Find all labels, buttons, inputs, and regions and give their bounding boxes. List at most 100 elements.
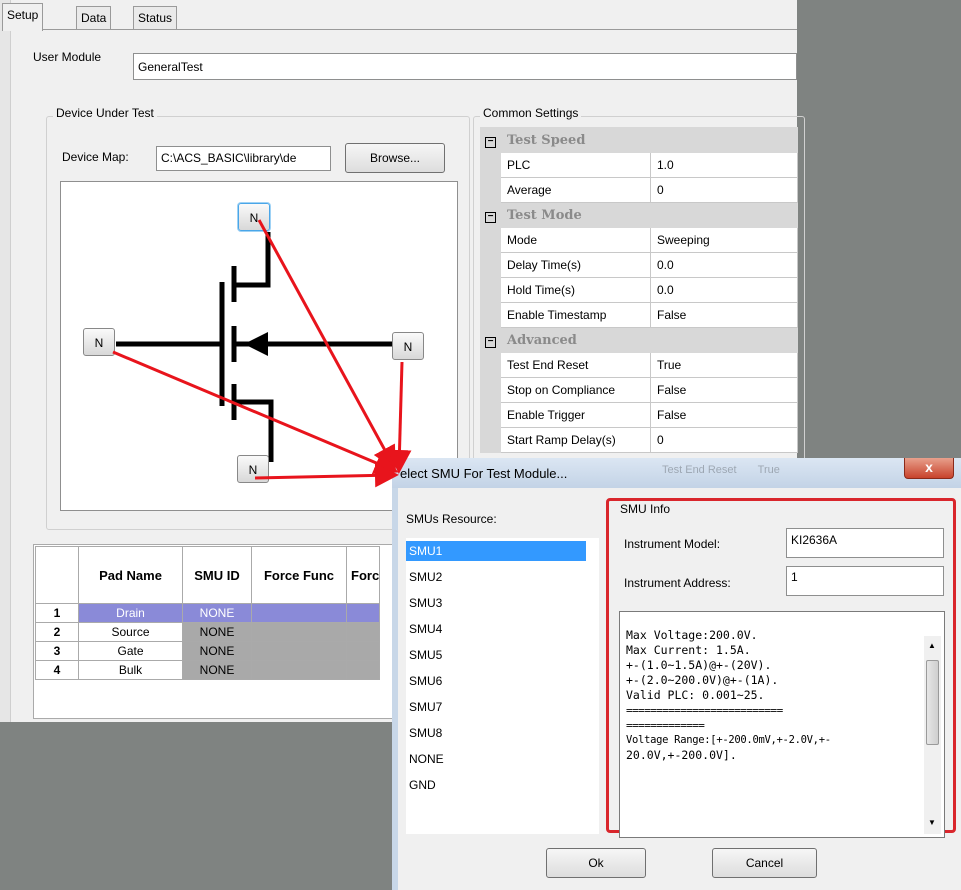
- list-item-smu2[interactable]: SMU2: [406, 567, 442, 587]
- property-row[interactable]: Delay Time(s) 0.0: [480, 252, 798, 278]
- close-icon[interactable]: x: [904, 458, 954, 479]
- list-item-smu4[interactable]: SMU4: [406, 619, 442, 639]
- pad-name-cell[interactable]: Drain: [78, 603, 183, 623]
- property-name: PLC: [500, 152, 651, 178]
- property-row[interactable]: Stop on Compliance False: [480, 377, 798, 403]
- list-item-smu8[interactable]: SMU8: [406, 723, 442, 743]
- cancel-button[interactable]: Cancel: [712, 848, 817, 878]
- info-line: Valid PLC: 0.001~25.: [626, 688, 765, 702]
- table-row[interactable]: 4 Bulk NONE: [35, 660, 380, 680]
- collapse-icon[interactable]: −: [485, 137, 496, 148]
- list-item-smu3[interactable]: SMU3: [406, 593, 442, 613]
- property-name: Average: [500, 177, 651, 203]
- property-row[interactable]: Mode Sweeping: [480, 227, 798, 253]
- smu-id-cell[interactable]: NONE: [182, 603, 252, 623]
- property-grid: − Test Speed PLC 1.0 Average 0 − Test Mode M…: [480, 127, 798, 453]
- pad-table: Pad Name SMU ID Force Func Forc 1 Drain NO…: [35, 546, 380, 680]
- property-value[interactable]: 0: [650, 427, 798, 453]
- scroll-thumb[interactable]: [926, 660, 939, 745]
- instrument-address-field[interactable]: 1: [786, 566, 944, 596]
- property-row[interactable]: Enable Trigger False: [480, 402, 798, 428]
- force-cell[interactable]: [346, 660, 380, 680]
- property-value[interactable]: False: [650, 402, 798, 428]
- list-item-smu1[interactable]: SMU1: [406, 541, 586, 561]
- property-value[interactable]: 0.0: [650, 252, 798, 278]
- pad-name-cell[interactable]: Source: [78, 622, 183, 642]
- scroll-down-icon[interactable]: ▼: [928, 818, 936, 827]
- instrument-address-label: Instrument Address:: [624, 576, 731, 590]
- category-label: Test Mode: [500, 202, 798, 228]
- ok-button[interactable]: Ok: [546, 848, 646, 878]
- node-left[interactable]: N: [83, 328, 115, 356]
- instrument-model-field[interactable]: KI2636A: [786, 528, 944, 558]
- node-top[interactable]: N: [238, 203, 270, 231]
- property-row[interactable]: Hold Time(s) 0.0: [480, 277, 798, 303]
- ghost-row-name: Test End Reset: [662, 464, 737, 476]
- smu-id-cell[interactable]: NONE: [182, 622, 252, 642]
- property-value[interactable]: False: [650, 302, 798, 328]
- column-header[interactable]: SMU ID: [182, 546, 252, 604]
- force-func-cell[interactable]: [251, 622, 347, 642]
- background-ghost-row: Test End Reset True: [662, 464, 802, 482]
- info-line: Max Voltage:200.0V.: [626, 628, 758, 642]
- property-value[interactable]: 0.0: [650, 277, 798, 303]
- row-number: 4: [35, 660, 79, 680]
- smu-id-cell[interactable]: NONE: [182, 660, 252, 680]
- smu-info-textbox[interactable]: Max Voltage:200.0V. Max Current: 1.5A. +-(…: [619, 611, 945, 838]
- force-cell[interactable]: [346, 622, 380, 642]
- column-header[interactable]: Pad Name: [78, 546, 183, 604]
- property-row[interactable]: Average 0: [480, 177, 798, 203]
- list-item-smu7[interactable]: SMU7: [406, 697, 442, 717]
- force-cell[interactable]: [346, 641, 380, 661]
- info-scrollbar[interactable]: ▲ ▼: [924, 636, 941, 834]
- pad-name-cell[interactable]: Bulk: [78, 660, 183, 680]
- dialog-body: SMUs Resource: SMU1 SMU2 SMU3 SMU4 SMU5 …: [398, 488, 961, 890]
- property-value[interactable]: True: [650, 352, 798, 378]
- property-value[interactable]: 1.0: [650, 152, 798, 178]
- node-right[interactable]: N: [392, 332, 424, 360]
- collapse-icon[interactable]: −: [485, 212, 496, 223]
- column-header[interactable]: Force Func: [251, 546, 347, 604]
- list-item-smu6[interactable]: SMU6: [406, 671, 442, 691]
- property-value[interactable]: False: [650, 377, 798, 403]
- column-header[interactable]: Forc: [346, 546, 380, 604]
- info-line: 20.0V,+-200.0V].: [626, 748, 737, 762]
- tab-setup[interactable]: Setup: [2, 3, 44, 31]
- table-row[interactable]: 2 Source NONE: [35, 622, 380, 642]
- property-row[interactable]: Enable Timestamp False: [480, 302, 798, 328]
- scroll-up-icon[interactable]: ▲: [928, 641, 936, 650]
- info-line: Max Current: 1.5A.: [626, 643, 751, 657]
- row-number: 1: [35, 603, 79, 623]
- property-value[interactable]: 0: [650, 177, 798, 203]
- force-cell[interactable]: [346, 603, 380, 623]
- table-row[interactable]: 1 Drain NONE: [35, 603, 380, 623]
- property-value[interactable]: Sweeping: [650, 227, 798, 253]
- force-func-cell[interactable]: [251, 641, 347, 661]
- property-row[interactable]: Test End Reset True: [480, 352, 798, 378]
- row-number-header: [35, 546, 79, 604]
- list-item-smu5[interactable]: SMU5: [406, 645, 442, 665]
- force-func-cell[interactable]: [251, 660, 347, 680]
- table-row[interactable]: 3 Gate NONE: [35, 641, 380, 661]
- property-row[interactable]: Start Ramp Delay(s) 0: [480, 427, 798, 453]
- category-test-speed[interactable]: − Test Speed: [480, 127, 798, 153]
- property-name: Test End Reset: [500, 352, 651, 378]
- collapse-icon[interactable]: −: [485, 337, 496, 348]
- smu-id-cell[interactable]: NONE: [182, 641, 252, 661]
- smu-resource-list[interactable]: SMU1 SMU2 SMU3 SMU4 SMU5 SMU6 SMU7 SMU8 …: [406, 538, 599, 834]
- smu-info-legend: SMU Info: [620, 502, 671, 516]
- pad-name-cell[interactable]: Gate: [78, 641, 183, 661]
- force-func-cell[interactable]: [251, 603, 347, 623]
- category-test-mode[interactable]: − Test Mode: [480, 202, 798, 228]
- list-item-gnd[interactable]: GND: [406, 775, 436, 795]
- info-line: +-(2.0~200.0V)@+-(1A).: [626, 673, 779, 687]
- node-bottom[interactable]: N: [237, 455, 269, 483]
- instrument-model-label: Instrument Model:: [624, 537, 721, 551]
- info-line: Voltage Range:[+-200.0mV,+-2.0V,+-: [626, 734, 831, 746]
- info-line: ==========================: [626, 704, 783, 717]
- category-advanced[interactable]: − Advanced: [480, 327, 798, 353]
- dialog-title: elect SMU For Test Module...: [400, 466, 568, 481]
- dialog-title-bar[interactable]: elect SMU For Test Module... Test End Re…: [392, 458, 961, 488]
- property-row[interactable]: PLC 1.0: [480, 152, 798, 178]
- list-item-none[interactable]: NONE: [406, 749, 444, 769]
